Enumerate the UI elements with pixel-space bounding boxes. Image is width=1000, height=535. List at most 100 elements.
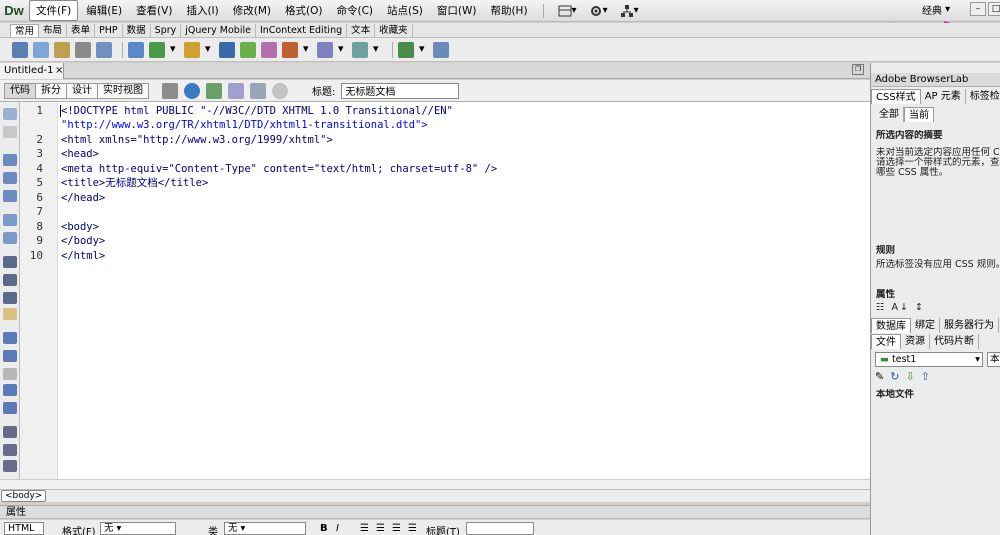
preview-browser-icon[interactable] — [184, 82, 200, 99]
minimize-button[interactable]: – — [970, 2, 986, 16]
maximize-button[interactable]: □ — [988, 2, 1000, 16]
extend-menu-button[interactable]: ▾ — [583, 4, 614, 18]
open-documents-icon[interactable] — [3, 108, 17, 120]
tab-server-behaviors[interactable]: 服务器行为 — [940, 318, 999, 333]
horizontal-scrollbar[interactable] — [0, 479, 870, 489]
document-title-input[interactable] — [341, 82, 460, 99]
menu-commands[interactable]: 命令(C) — [330, 1, 379, 20]
widget-icon[interactable] — [219, 41, 235, 58]
refresh-icon[interactable] — [272, 82, 288, 99]
tag-chooser-icon[interactable] — [433, 41, 449, 58]
tab-all[interactable]: 全部 — [875, 107, 904, 122]
expand-all-icon[interactable] — [3, 190, 17, 202]
layout-menu-button[interactable]: ▾ — [552, 5, 583, 17]
insert-tab-text[interactable]: 文本 — [347, 24, 376, 37]
insert-tab-favorites[interactable]: 收藏夹 — [375, 24, 413, 37]
syntax-coloring-icon[interactable] — [3, 292, 17, 304]
move-css-icon[interactable] — [3, 402, 17, 414]
outdent-icon[interactable]: ☰ — [392, 523, 401, 534]
connect-icon[interactable]: ✎ — [875, 370, 890, 383]
insert-tab-common[interactable]: 常用 — [10, 24, 40, 37]
restore-window-button[interactable]: ❐ — [852, 64, 864, 75]
split-view-button[interactable]: 拆分 — [35, 82, 67, 99]
menu-site[interactable]: 站点(S) — [381, 1, 429, 20]
menu-modify[interactable]: 修改(M) — [227, 1, 277, 20]
insert-tab-layout[interactable]: 布局 — [39, 24, 68, 37]
code-view-button[interactable]: 代码 — [4, 82, 36, 99]
chevron-down-icon[interactable]: ▾ — [338, 42, 348, 58]
tab-css-styles[interactable]: CSS样式 — [871, 89, 921, 104]
design-view-button[interactable]: 设计 — [66, 82, 98, 99]
select-parent-tag-icon[interactable] — [3, 214, 17, 226]
chevron-down-icon[interactable]: ▾ — [373, 42, 383, 58]
table-icon[interactable] — [96, 41, 112, 58]
line-numbers-icon[interactable] — [3, 256, 17, 268]
show-code-navigator-icon[interactable] — [3, 126, 17, 138]
media-icon[interactable] — [184, 41, 200, 58]
tab-tag-inspector[interactable]: 标签检查器 — [966, 89, 1000, 104]
head-icon[interactable] — [317, 41, 333, 58]
highlight-invalid-code-icon[interactable] — [3, 274, 17, 286]
insert-tab-spry[interactable]: Spry — [151, 24, 182, 37]
body-tag-selector[interactable]: <body> — [1, 490, 47, 502]
site-menu-button[interactable]: ▾ — [614, 4, 645, 18]
remove-comment-icon[interactable] — [3, 350, 17, 362]
menu-file[interactable]: 文件(F) — [29, 0, 79, 21]
menu-insert[interactable]: 插入(I) — [180, 1, 224, 20]
put-files-icon[interactable]: ⇧ — [921, 370, 936, 383]
tab-databases[interactable]: 数据库 — [871, 318, 911, 333]
menu-help[interactable]: 帮助(H) — [484, 1, 533, 20]
close-icon[interactable]: × — [55, 63, 63, 78]
template-icon[interactable] — [398, 41, 414, 58]
visual-aids-icon[interactable] — [228, 82, 244, 99]
menu-window[interactable]: 窗口(W) — [431, 1, 483, 20]
menu-format[interactable]: 格式(O) — [279, 1, 328, 20]
menu-view[interactable]: 查看(V) — [130, 1, 178, 20]
tab-snippets[interactable]: 代码片断 — [930, 334, 979, 349]
menu-edit[interactable]: 编辑(E) — [80, 1, 128, 20]
named-anchor-icon[interactable] — [54, 41, 70, 58]
chevron-down-icon[interactable]: ▾ — [205, 42, 215, 58]
workspace-switcher[interactable]: 经典 ▾ — [922, 2, 950, 17]
outdent-code-icon[interactable] — [3, 444, 17, 456]
word-wrap-icon[interactable] — [3, 308, 17, 320]
tab-assets[interactable]: 资源 — [901, 334, 930, 349]
server-include-icon[interactable] — [261, 41, 277, 58]
indent-icon[interactable]: ☰ — [408, 523, 417, 534]
properties-panel-header[interactable]: 属性 — [0, 505, 870, 519]
chevron-down-icon[interactable]: ▾ — [303, 42, 313, 58]
get-files-icon[interactable]: ⇩ — [905, 370, 920, 383]
tab-bindings[interactable]: 绑定 — [911, 318, 940, 333]
insert-tab-incontext[interactable]: InContext Editing — [256, 24, 348, 37]
balance-braces-icon[interactable] — [3, 232, 17, 244]
comment-icon[interactable] — [282, 41, 298, 58]
multiscreen-icon[interactable] — [162, 82, 178, 99]
div-icon[interactable] — [128, 41, 144, 58]
format-select[interactable]: 无 ▾ — [100, 522, 176, 535]
insert-tab-php[interactable]: PHP — [95, 24, 123, 37]
browserlab-panel-header[interactable]: Adobe BrowserLab — [871, 73, 1000, 87]
refresh-icon[interactable]: ↻ — [890, 370, 905, 383]
bold-button[interactable]: B — [320, 523, 328, 534]
tab-current[interactable]: 当前 — [904, 107, 934, 122]
unordered-list-icon[interactable]: ☰ — [360, 523, 369, 534]
email-link-icon[interactable] — [33, 41, 49, 58]
wrap-tag-icon[interactable] — [3, 368, 17, 380]
collapse-tag-icon[interactable] — [3, 154, 17, 166]
image-icon[interactable] — [149, 41, 165, 58]
view-select[interactable]: 本 — [987, 352, 1000, 367]
hyperlink-icon[interactable] — [12, 41, 28, 58]
code-editor[interactable]: <!DOCTYPE html PUBLIC "-//W3C//DTD XHTML… — [58, 102, 870, 479]
insert-tab-forms[interactable]: 表单 — [67, 24, 96, 37]
format-source-icon[interactable] — [3, 460, 17, 472]
ordered-list-icon[interactable]: ☰ — [376, 523, 385, 534]
tab-files[interactable]: 文件 — [871, 334, 901, 349]
file-management-icon[interactable] — [206, 82, 222, 99]
property-view-icons[interactable]: ☷ A↓ ↕ — [876, 302, 925, 313]
chevron-down-icon[interactable]: ▾ — [419, 42, 429, 58]
recent-snippets-icon[interactable] — [3, 384, 17, 396]
live-view-button[interactable]: 实时视图 — [97, 82, 149, 99]
indent-code-icon[interactable] — [3, 426, 17, 438]
class-select[interactable]: 无 ▾ — [224, 522, 306, 535]
script-icon[interactable] — [352, 41, 368, 58]
